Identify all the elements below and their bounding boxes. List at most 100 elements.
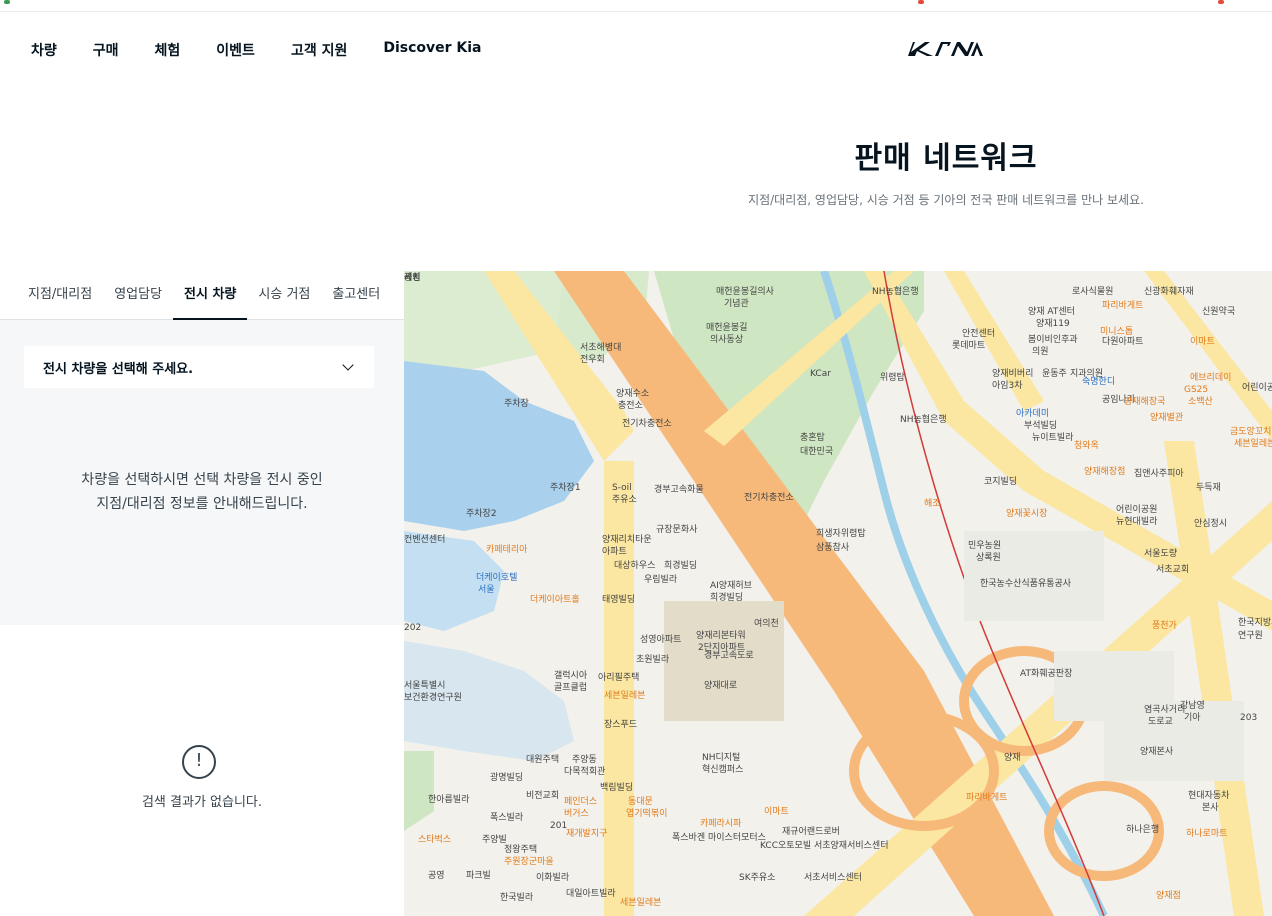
map-label[interactable]: 보건환경연구원: [404, 691, 462, 703]
map-label[interactable]: 본사: [1202, 802, 1219, 813]
map-label[interactable]: 이마트: [764, 806, 789, 817]
map-label[interactable]: 태영빌딩: [602, 594, 635, 605]
map-label[interactable]: NH농협은행: [900, 413, 947, 425]
map-label[interactable]: 대한민국: [800, 446, 833, 457]
map-label[interactable]: 전기차충전소: [622, 417, 672, 429]
map-label[interactable]: 스타벅스: [418, 834, 451, 845]
map-label[interactable]: 페인더스: [564, 796, 597, 807]
map-label[interactable]: 대상하우스: [614, 560, 655, 571]
map-label[interactable]: 풍천가: [1152, 620, 1177, 631]
tab-branch[interactable]: 지점/대리점: [17, 271, 103, 320]
map-label[interactable]: 아임3차: [992, 379, 1023, 391]
map-label[interactable]: 다원아파트: [1102, 336, 1143, 347]
map-label[interactable]: 더케이호텔: [476, 571, 517, 583]
map-label[interactable]: 파리바게트: [966, 792, 1007, 803]
map-label[interactable]: 신원약국: [1202, 305, 1235, 317]
map-label[interactable]: KCC오토모빌 서초양재서비스센터: [760, 840, 888, 851]
map-label[interactable]: 서울도량: [1144, 547, 1177, 559]
map-label[interactable]: 에브리데이: [1190, 372, 1231, 383]
map-label[interactable]: 파크빌: [466, 870, 491, 881]
map-label[interactable]: 엽기떡볶이: [626, 808, 667, 819]
map-label[interactable]: 희생자위령탑: [816, 527, 866, 539]
map-label[interactable]: 파리바게트: [1102, 300, 1143, 311]
map-label[interactable]: 어린이공원: [1116, 504, 1157, 515]
map-label[interactable]: 폭스바겐 마이스터모터스: [672, 832, 766, 843]
map-label[interactable]: 여의천: [754, 617, 779, 629]
map-label[interactable]: 서울: [478, 584, 495, 595]
map-label[interactable]: 양재꽃시장: [1006, 508, 1047, 519]
map-label[interactable]: 어린이공원: [1242, 382, 1272, 393]
map-label[interactable]: 뉴이트빌라: [1032, 432, 1074, 443]
map-label[interactable]: KCar: [810, 369, 831, 379]
map-canvas[interactable]: 매헌윤봉길의사기념관매헌윤봉길의사동상서초해병대전우회양재수소충전소전기차충전소…: [404, 271, 1272, 916]
map-label[interactable]: 충혼탑: [800, 431, 825, 443]
map-label[interactable]: 갤럭시아: [554, 669, 588, 681]
map-label[interactable]: 매헌윤봉길: [706, 322, 747, 333]
map-label[interactable]: 양재리본타워: [696, 630, 746, 641]
map-label[interactable]: 재개발지구: [566, 828, 607, 839]
map-label[interactable]: GS25: [1184, 385, 1208, 395]
map-label[interactable]: 주차장2: [466, 507, 497, 519]
map-label[interactable]: 성영아파트: [640, 634, 681, 645]
map-label[interactable]: 주양빌: [482, 834, 507, 845]
map-label[interactable]: 주원장군마을: [504, 856, 554, 867]
tab-sales-rep[interactable]: 영업담당: [103, 271, 173, 320]
map-label[interactable]: 청와옥: [1074, 439, 1099, 451]
map-label[interactable]: AI양재허브: [710, 580, 752, 591]
map-label[interactable]: 경부고속도로: [704, 649, 754, 661]
nav-item-support[interactable]: 고객 지원: [291, 40, 347, 60]
map-label[interactable]: 희경빌딩: [710, 591, 743, 603]
map-label[interactable]: 금도앙꼬치: [1230, 425, 1271, 437]
map-label[interactable]: 민우농원: [968, 540, 1001, 551]
map-label[interactable]: 양재리치타운: [602, 533, 652, 545]
map-label[interactable]: 광명빌딩: [490, 771, 523, 783]
map-label[interactable]: 윤동주: [1042, 368, 1067, 379]
map-label[interactable]: 양재대로: [704, 680, 737, 691]
map-label[interactable]: 두득재: [1196, 482, 1221, 493]
map-label[interactable]: 위령탑: [880, 371, 905, 383]
map-label[interactable]: 주양동: [572, 754, 597, 765]
map-label[interactable]: 아카데미: [1016, 408, 1049, 419]
map-label[interactable]: 공영: [428, 870, 445, 881]
map-label[interactable]: 주유소: [612, 494, 637, 505]
map-label[interactable]: 세븐일레븐: [620, 897, 661, 908]
vehicle-select[interactable]: 전시 차량을 선택해 주세요.: [24, 346, 374, 388]
map-label[interactable]: 롯데마트: [952, 340, 985, 351]
map-label[interactable]: SK주유소: [739, 872, 775, 883]
map-label[interactable]: 폭스빌라: [490, 812, 524, 823]
map-label[interactable]: 소백산: [1188, 396, 1213, 407]
map-label[interactable]: 이화빌라: [536, 872, 570, 883]
nav-item-vehicles[interactable]: 차량: [31, 40, 57, 60]
map-label[interactable]: 정왕주택: [504, 844, 537, 855]
map-label[interactable]: 양재해장점: [1084, 465, 1125, 477]
map-label[interactable]: S-oil: [612, 483, 632, 493]
map-label[interactable]: 카페테리아: [486, 544, 528, 555]
map-label[interactable]: 한아름빌라: [428, 794, 470, 805]
map-label[interactable]: 신광화훼자재: [1144, 285, 1194, 297]
map-label[interactable]: 삼풍참사: [816, 542, 850, 553]
map-label[interactable]: 세븐일레븐: [604, 690, 645, 701]
map-label[interactable]: 매헌윤봉길의사: [716, 286, 775, 297]
map-label[interactable]: 양재해장국: [1124, 396, 1165, 407]
map-label[interactable]: 203: [1240, 713, 1257, 723]
map-label[interactable]: 의원: [1032, 346, 1049, 357]
map-label[interactable]: 세븐일레븐: [1234, 438, 1272, 449]
map-label[interactable]: 강남영: [1180, 700, 1205, 711]
map-label[interactable]: AT화훼공판장: [1020, 668, 1072, 679]
map-label[interactable]: 세치: [404, 271, 421, 283]
map-label[interactable]: 서초교회: [1156, 564, 1189, 575]
tab-display-vehicle[interactable]: 전시 차량: [173, 271, 248, 320]
map-label[interactable]: 혁신캠퍼스: [702, 763, 743, 775]
map-label[interactable]: 아리필주택: [598, 671, 639, 683]
nav-item-discover[interactable]: Discover Kia: [383, 40, 481, 60]
map-label[interactable]: 하나은행: [1126, 823, 1159, 835]
map-view[interactable]: 매헌윤봉길의사 기념관 매헌윤봉길 의사동상 서초해병대 전우회 양재수소 충전소 전기차충전소…: [404, 271, 1272, 916]
map-label[interactable]: 뉴현대빌라: [1116, 516, 1158, 527]
map-label[interactable]: 부석빌딩: [1024, 420, 1057, 431]
map-label[interactable]: 규장문화사: [656, 524, 698, 535]
map-label[interactable]: 서울특별시: [404, 680, 445, 691]
map-label[interactable]: 기념관: [724, 298, 749, 309]
map-label[interactable]: 한국지방세: [1238, 617, 1272, 628]
map-label[interactable]: 희경빌딩: [664, 559, 697, 571]
map-label[interactable]: 양재수소: [616, 388, 649, 399]
